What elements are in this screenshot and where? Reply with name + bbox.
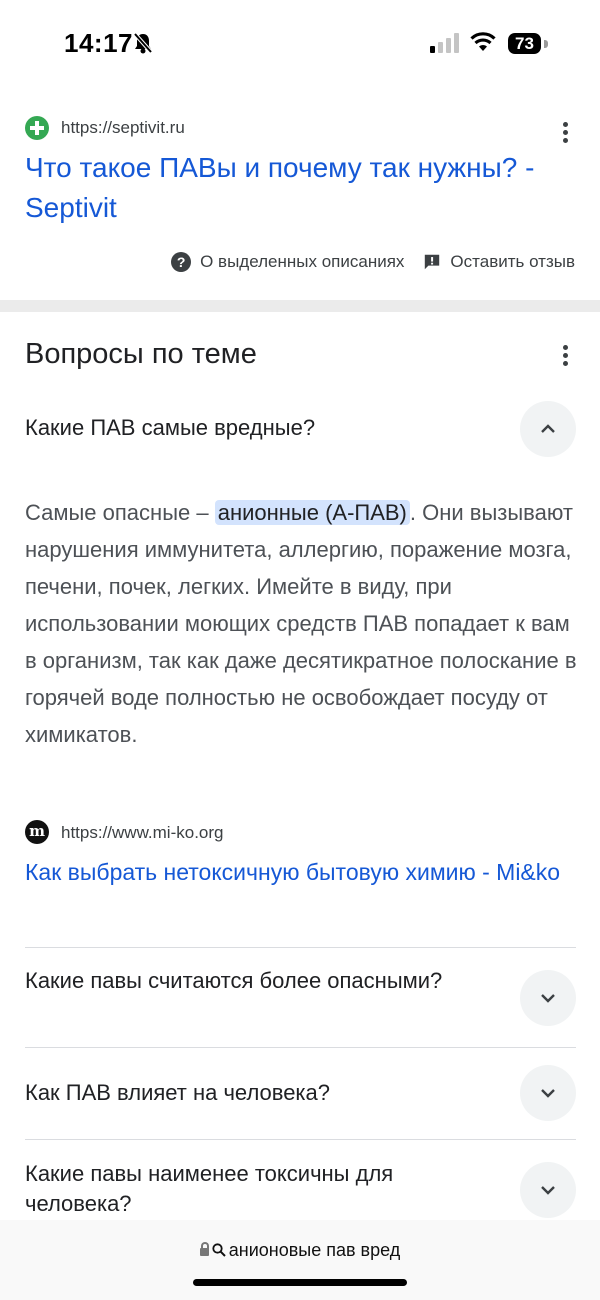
expand-question-button-2[interactable] (520, 1065, 576, 1121)
address-text: анионовые пав вред (228, 1240, 401, 1260)
battery-cap (544, 40, 548, 48)
chevron-down-icon (541, 1089, 555, 1098)
signal-icon (430, 33, 459, 53)
chevron-down-icon (541, 994, 555, 1003)
question-expanded[interactable]: Какие ПАВ самые вредные? (25, 413, 495, 443)
result-more-icon[interactable] (563, 122, 569, 146)
question-divider (25, 1047, 576, 1048)
answer-highlight: анионные (А-ПАВ) (214, 500, 410, 525)
answer-text: Самые опасные – анионные (А-ПАВ). Они вы… (25, 494, 580, 753)
about-featured-snippets-link[interactable]: О выделенных описаниях (200, 252, 404, 272)
green-plus-icon (25, 116, 49, 140)
feedback-icon[interactable] (422, 253, 442, 271)
question-collapsed-2[interactable]: Как ПАВ влияет на человека? (25, 1078, 495, 1108)
expand-question-button-1[interactable] (520, 970, 576, 1026)
mi-ko-favicon: m (25, 820, 49, 844)
answer-text-rest: . Они вызывают нарушения иммунитета, алл… (25, 500, 577, 747)
question-collapsed-3[interactable]: Какие павы наименее токсичны для человек… (25, 1159, 495, 1219)
bell-slash-icon (133, 32, 153, 54)
answer-source-title-link[interactable]: Как выбрать нетоксичную бытовую химию - … (25, 854, 565, 891)
answer-source-url[interactable]: https://www.mi-ko.org (61, 823, 224, 843)
result-source-row[interactable]: https://septivit.ru (25, 116, 580, 142)
chevron-up-icon (541, 424, 555, 433)
question-collapsed-1[interactable]: Какие павы считаются более опасными? (25, 966, 495, 996)
question-divider (25, 947, 576, 948)
status-bar: 14:17 73 (0, 0, 600, 90)
expand-question-button-3[interactable] (520, 1162, 576, 1218)
related-questions-heading: Вопросы по теме (25, 338, 257, 370)
result-source-url: https://septivit.ru (61, 118, 185, 137)
leave-feedback-link[interactable]: Оставить отзыв (450, 252, 575, 272)
answer-text-start: Самые опасные – (25, 500, 215, 525)
featured-snippet-feedback-row: ? О выделенных описаниях Оставить отзыв (171, 252, 575, 272)
result-title-link[interactable]: Что такое ПАВы и почему так нужны? - Sep… (25, 148, 585, 228)
address-field[interactable]: анионовые пав вред (0, 1240, 600, 1261)
home-indicator[interactable] (193, 1279, 407, 1286)
section-divider (0, 300, 600, 312)
wifi-icon (470, 32, 496, 51)
chevron-down-icon (541, 1186, 555, 1195)
browser-address-bar[interactable]: анионовые пав вред (0, 1220, 600, 1300)
search-icon (212, 1243, 226, 1257)
question-divider (25, 1139, 576, 1140)
battery-icon: 73 (508, 33, 541, 54)
collapse-question-button[interactable] (520, 401, 576, 457)
lock-icon (199, 1242, 209, 1256)
status-time: 14:17 (64, 28, 133, 58)
related-questions-more-icon[interactable] (563, 345, 569, 369)
help-icon[interactable]: ? (171, 252, 192, 272)
